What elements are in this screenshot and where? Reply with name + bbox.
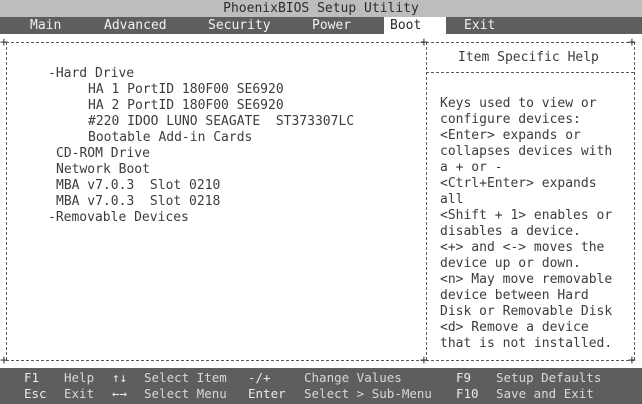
corner-plus-bm: +: [420, 353, 428, 368]
left-right-arrows-icon: ←→: [112, 386, 128, 401]
cdrom-drive-item[interactable]: CD-ROM Drive: [56, 146, 150, 162]
menu-bar: Main Advanced Security Power Boot Exit: [0, 17, 642, 34]
mba-slot-0218-item[interactable]: MBA v7.0.3 Slot 0218: [56, 194, 220, 210]
hd-item-3[interactable]: #220 IDOO LUNO SEAGATE ST373307LC: [88, 114, 354, 130]
corner-plus-bl: +: [0, 353, 8, 368]
hd-item-1[interactable]: HA 1 PortID 180F00 SE6920: [88, 82, 284, 98]
select-item-hint: Select Item: [144, 370, 227, 385]
help-line: disables a device.: [440, 224, 581, 239]
help-line: <d> Remove a device: [440, 320, 589, 335]
help-title-divider: [426, 72, 634, 73]
menu-power[interactable]: Power: [306, 17, 357, 34]
help-line: that is not installed.: [440, 336, 613, 351]
minus-plus-key: -/+: [248, 370, 271, 385]
main-panel: + + + + + + -Hard Drive HA 1 PortID 180F…: [0, 35, 642, 368]
menu-exit[interactable]: Exit: [458, 17, 501, 34]
help-line: device between Hard: [440, 288, 589, 303]
hard-drive-group[interactable]: -Hard Drive: [48, 66, 134, 82]
network-boot-item[interactable]: Network Boot: [56, 162, 150, 178]
select-menu-hint: Select Menu: [144, 386, 227, 401]
help-line: <n> May move removable: [440, 272, 613, 287]
help-line: all: [440, 192, 464, 207]
menu-advanced[interactable]: Advanced: [98, 17, 173, 34]
help-line: Keys used to view or: [440, 96, 597, 111]
help-text: Keys used to view or configure devices: …: [440, 96, 630, 352]
exit-hint: Exit: [64, 386, 95, 401]
help-line: <Shift + 1> enables or: [440, 208, 613, 223]
enter-key: Enter: [248, 386, 286, 401]
select-submenu-hint: Select > Sub-Menu: [304, 386, 432, 401]
esc-key[interactable]: Esc: [24, 386, 47, 402]
help-line: Disk or Removable Disk: [440, 304, 613, 319]
footer-key-bar: F1 Help ↑↓ Select Item -/+ Change Values…: [0, 368, 642, 404]
help-line: collapses devices with: [440, 144, 613, 159]
removable-devices-group[interactable]: -Removable Devices: [48, 210, 189, 226]
help-title: Item Specific Help: [458, 50, 599, 65]
help-line: device up or down.: [440, 256, 581, 271]
f9-key[interactable]: F9: [456, 370, 471, 386]
frame-bottom-border: [6, 360, 634, 361]
setup-defaults-hint: Setup Defaults: [496, 370, 602, 385]
save-and-exit-hint: Save and Exit: [496, 386, 594, 401]
window-title: PhoenixBIOS Setup Utility: [0, 0, 642, 17]
help-line: <Enter> expands or: [440, 128, 581, 143]
up-down-arrows-icon: ↑↓: [112, 370, 128, 385]
frame-divider: [426, 42, 427, 360]
f1-key[interactable]: F1: [24, 370, 39, 386]
corner-plus-tm: +: [420, 35, 428, 50]
frame-right-border: [634, 42, 635, 360]
hd-item-2[interactable]: HA 2 PortID 180F00 SE6920: [88, 98, 284, 114]
frame-top-border: [6, 42, 634, 43]
hd-item-4[interactable]: Bootable Add-in Cards: [88, 130, 252, 146]
f10-key[interactable]: F10: [456, 386, 479, 402]
mba-slot-0210-item[interactable]: MBA v7.0.3 Slot 0210: [56, 178, 220, 194]
help-line: <Ctrl+Enter> expands: [440, 176, 597, 191]
change-values-hint: Change Values: [304, 370, 402, 385]
help-line: a + or -: [440, 160, 503, 175]
help-line: <+> and <-> moves the: [440, 240, 605, 255]
menu-main[interactable]: Main: [24, 17, 67, 34]
menu-boot[interactable]: Boot: [384, 17, 446, 34]
menu-security[interactable]: Security: [202, 17, 277, 34]
corner-plus-br: +: [628, 353, 636, 368]
help-hint: Help: [64, 370, 95, 385]
frame-left-border: [6, 42, 7, 360]
corner-plus-tr: +: [628, 35, 636, 50]
corner-plus-tl: +: [0, 35, 8, 50]
help-line: configure devices:: [440, 112, 581, 127]
